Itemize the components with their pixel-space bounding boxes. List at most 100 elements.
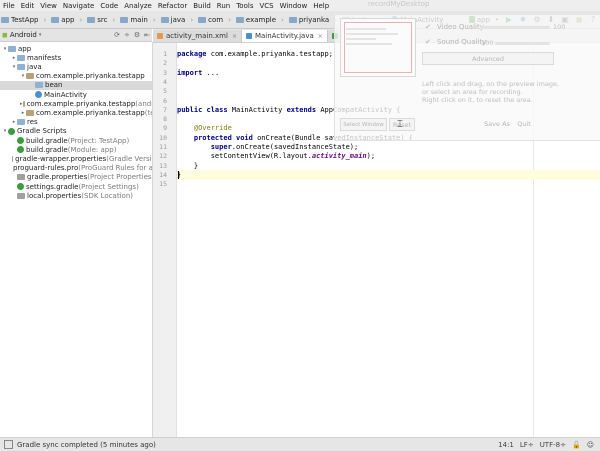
code-line[interactable]: setContentView(R.layout.activity_main); [177,151,375,161]
tree-item[interactable]: bean [0,80,152,90]
hide-panel-icon[interactable]: ⇤ [144,31,150,39]
folder-icon [160,16,169,23]
code-line[interactable]: import ... [177,68,219,78]
select-window-button[interactable]: Select Window [340,118,387,131]
breadcrumb-item[interactable]: app [50,16,75,24]
collapse-icon[interactable]: ÷ [124,31,130,39]
code-line[interactable]: } [177,170,181,180]
tree-item[interactable]: ▸ res [0,118,152,127]
sync-icon[interactable]: ⟳ [114,31,120,39]
breadcrumb-separator: › [228,15,231,24]
breadcrumb-label: TestApp [11,15,39,24]
chevron-down-icon[interactable]: ▾ [39,32,42,38]
breadcrumb-label: app [61,15,75,24]
recorder-help-line: Right click on it, to reset the area. [422,96,533,104]
menu-edit[interactable]: Edit [18,2,38,10]
tree-item[interactable]: ▾ com.example.priyanka.testapp [0,72,152,81]
settings-icon[interactable]: ⚙ [134,31,140,39]
properties-icon [11,155,14,162]
file-encoding[interactable]: UTF-8÷ [540,441,566,449]
menu-code[interactable]: Code [97,2,121,10]
folder-icon [1,16,9,23]
menu-file[interactable]: File [0,2,18,10]
breadcrumb-item[interactable]: com [197,16,224,24]
project-view-selector[interactable]: Android [10,31,37,39]
line-number: 13 [159,161,167,170]
tree-item-label: com.example.priyanka.testapp [36,108,145,117]
tree-item[interactable]: build.gradle (Project: TestApp) [0,136,152,145]
folder-icon [8,45,16,52]
editor-tab[interactable]: activity_main.xml × [153,30,242,42]
save-as-button[interactable]: Save As [484,118,510,129]
line-number: 3 [163,68,167,77]
recorder-preview[interactable] [340,18,416,77]
sound-quality-slider[interactable] [495,42,550,45]
breadcrumb-separator: › [190,15,194,24]
tree-item-label: settings.gradle [26,182,79,191]
tree-item[interactable]: settings.gradle (Project Settings) [0,182,152,191]
event-log-icon[interactable]: ☺ [587,441,594,449]
folder-icon [288,16,297,23]
breadcrumb-item[interactable]: TestApp [0,16,39,24]
tree-item[interactable]: proguard-rules.pro (ProGuard Rules for a… [0,164,152,173]
breadcrumb-item[interactable]: priyanka [288,16,330,24]
menu-help[interactable]: Help [310,2,332,10]
line-number: 4 [163,77,167,86]
sound-checkbox[interactable]: ✔ [425,38,431,46]
menu-vcs[interactable]: VCS [256,2,276,10]
tree-item-label: com.example.priyanka.testapp [36,72,145,81]
tree-item-label: Gradle Scripts [17,127,67,136]
menu-view[interactable]: View [37,2,60,10]
breadcrumb-item[interactable]: example [235,16,277,24]
tree-item-hint: (Project Settings) [78,182,139,191]
tree-item[interactable]: ▸com.example.priyanka.testapp (test) [0,108,152,117]
tree-item[interactable]: gradle.properties (Project Properties) [0,173,152,182]
tree-item-label: res [27,118,38,127]
breadcrumb-item[interactable]: main [119,16,149,24]
tree-item[interactable]: ▾ app [0,44,152,53]
class-icon [35,91,42,98]
menu-build[interactable]: Build [190,2,214,10]
advanced-button[interactable]: Advanced [422,52,554,65]
editor-tab[interactable]: MainActivity.java × [241,30,328,42]
breadcrumb-item[interactable]: java [160,16,187,24]
code-line[interactable]: package com.example.priyanka.testapp; [177,49,333,59]
menu-navigate[interactable]: Navigate [60,2,97,10]
breadcrumb-item[interactable]: src [86,16,108,24]
close-icon[interactable]: × [318,33,323,40]
tree-item[interactable]: local.properties (SDK Location) [0,191,152,200]
tree-item-hint: (Project: TestApp) [67,136,130,145]
breadcrumb-label: java [170,15,186,24]
gradle-icon [17,146,24,154]
folder-icon [87,16,96,23]
tree-item[interactable]: ▸com.example.priyanka.testapp (androidTe [0,99,152,108]
lock-icon[interactable]: 🔓 [572,441,581,449]
breadcrumb-label: src [97,15,108,24]
tree-item[interactable]: ▾ java [0,62,152,71]
cursor-position[interactable]: 14:1 [498,441,514,449]
recorder-help-line: Left click and drag, on the preview imag… [422,80,560,88]
recorder-title: recordMyDesktop [368,0,430,8]
line-separator[interactable]: LF÷ [520,441,534,449]
preview-line [346,38,376,40]
quit-button[interactable]: Quit [514,118,534,129]
tree-item-label: manifests [27,53,62,62]
tree-item[interactable]: build.gradle (Module: app) [0,145,152,154]
menu-tools[interactable]: Tools [233,2,256,10]
menu-window[interactable]: Window [277,2,311,10]
status-panel-icon[interactable] [4,440,13,449]
tree-item[interactable]: gradle-wrapper.properties (Gradle Versio… [0,154,152,163]
folder-icon [235,16,244,23]
menu-analyze[interactable]: Analyze [121,2,155,10]
video-quality-slider[interactable] [480,26,550,29]
package-icon [26,109,34,116]
tree-item[interactable]: ▸ manifests [0,53,152,62]
video-checkbox[interactable]: ✔ [425,23,431,31]
close-icon[interactable]: × [232,33,237,40]
tree-item[interactable]: ▾ Gradle Scripts [0,127,152,136]
tree-item[interactable]: MainActivity [0,90,152,99]
line-number: 9 [163,124,167,133]
menu-refactor[interactable]: Refactor [155,2,190,10]
menu-run[interactable]: Run [214,2,233,10]
breadcrumb-label: main [130,15,148,24]
